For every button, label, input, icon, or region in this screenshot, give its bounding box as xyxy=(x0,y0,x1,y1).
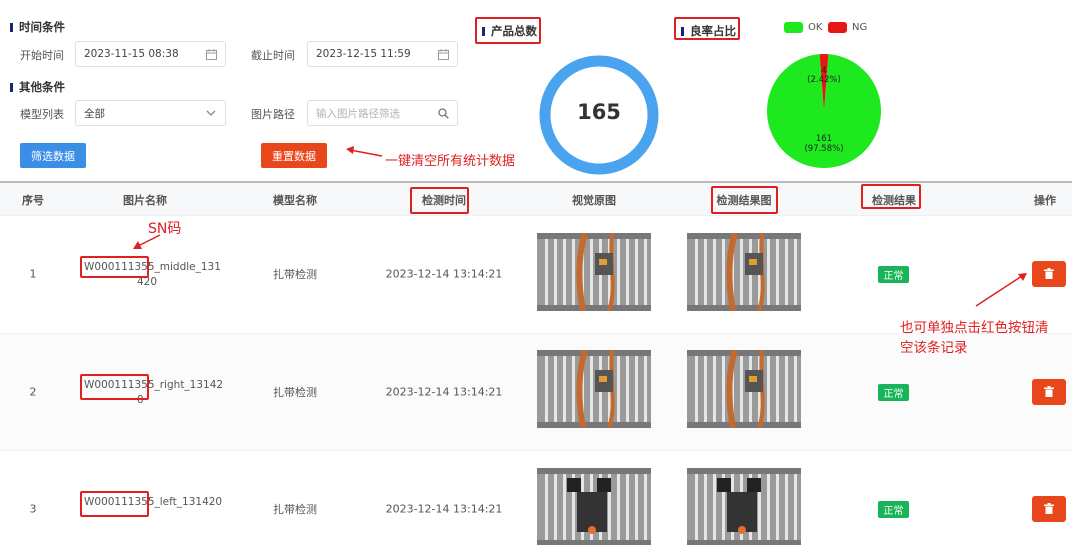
reset-annotation: 一键清空所有统计数据 xyxy=(385,154,516,169)
trash-icon xyxy=(1044,268,1054,279)
calendar-icon xyxy=(205,48,217,60)
image-path-label: 图片路径 xyxy=(251,108,295,121)
trash-icon xyxy=(1044,503,1054,514)
search-icon xyxy=(437,107,449,119)
annotation-arrow xyxy=(133,234,161,249)
col-header-image-name: 图片名称 xyxy=(123,194,167,207)
annotation-box xyxy=(711,186,778,214)
other-conditions-title: 其他条件 xyxy=(10,79,65,95)
machine-photo xyxy=(687,233,801,311)
calendar-icon xyxy=(437,48,449,60)
image-path-input[interactable]: 输入图片路径筛选 xyxy=(307,100,458,126)
original-image[interactable] xyxy=(537,350,651,428)
end-time-label: 截止时间 xyxy=(251,49,295,62)
row-index: 1 xyxy=(29,267,37,280)
col-header-index: 序号 xyxy=(22,194,44,207)
row-index: 3 xyxy=(29,502,37,515)
annotation-arrow xyxy=(975,273,1027,307)
original-image[interactable] xyxy=(537,233,651,311)
delete-button[interactable] xyxy=(1032,378,1066,405)
chevron-down-icon xyxy=(205,107,217,119)
result-image[interactable] xyxy=(687,468,801,545)
result-image[interactable] xyxy=(687,233,801,311)
annotation-box xyxy=(475,17,541,44)
total-count: 165 xyxy=(577,100,621,124)
annotation-box xyxy=(674,17,740,40)
start-time-label: 开始时间 xyxy=(20,49,64,62)
col-header-actions: 操作 xyxy=(1034,194,1056,207)
delete-button[interactable] xyxy=(1032,260,1066,287)
col-header-original: 视觉原图 xyxy=(572,194,616,207)
legend-ng[interactable]: NG xyxy=(828,22,867,33)
model-list-select[interactable]: 全部 xyxy=(75,100,226,126)
annotation-box xyxy=(80,255,149,278)
pie-label-ok: 161 (97.58%) xyxy=(804,134,844,154)
status-badge: 正常 xyxy=(878,265,909,283)
end-time-input[interactable]: 2023-12-15 11:59 xyxy=(307,41,458,67)
original-image[interactable] xyxy=(537,468,651,545)
model-name: 扎带检测 xyxy=(273,502,317,516)
section-marker xyxy=(10,82,13,92)
status-badge: 正常 xyxy=(878,500,909,518)
pie-label-ng: 4 (2.42%) xyxy=(807,66,841,85)
annotation-box xyxy=(410,187,469,214)
delete-annotation: 也可单独点击红色按钮清 空该条记录 xyxy=(900,320,1049,356)
delete-button[interactable] xyxy=(1032,495,1066,522)
detect-time: 2023-12-14 13:14:21 xyxy=(385,502,503,515)
machine-photo xyxy=(537,350,651,428)
legend-swatch xyxy=(784,22,803,33)
status-badge: 正常 xyxy=(878,383,909,401)
model-name: 扎带检测 xyxy=(273,267,317,281)
annotation-box xyxy=(80,490,149,517)
annotation-box xyxy=(80,373,149,400)
machine-photo xyxy=(687,350,801,428)
machine-photo xyxy=(537,233,651,311)
row-index: 2 xyxy=(29,385,37,398)
machine-photo xyxy=(537,468,651,545)
filter-data-button[interactable]: 筛选数据 xyxy=(20,143,86,168)
section-marker xyxy=(10,22,13,32)
time-conditions-title: 时间条件 xyxy=(10,19,65,35)
reset-data-button[interactable]: 重置数据 xyxy=(261,143,327,168)
model-list-label: 模型列表 xyxy=(20,108,64,121)
model-name: 扎带检测 xyxy=(273,385,317,399)
annotation-arrow xyxy=(346,146,383,157)
detect-time: 2023-12-14 13:14:21 xyxy=(385,385,503,398)
start-time-input[interactable]: 2023-11-15 08:38 xyxy=(75,41,226,67)
legend-ok[interactable]: OK xyxy=(784,22,822,33)
annotation-box xyxy=(861,184,921,209)
machine-photo xyxy=(687,468,801,545)
trash-icon xyxy=(1044,386,1054,397)
detect-time: 2023-12-14 13:14:21 xyxy=(385,267,503,280)
col-header-model: 模型名称 xyxy=(273,194,317,207)
legend-swatch xyxy=(828,22,847,33)
result-image[interactable] xyxy=(687,350,801,428)
